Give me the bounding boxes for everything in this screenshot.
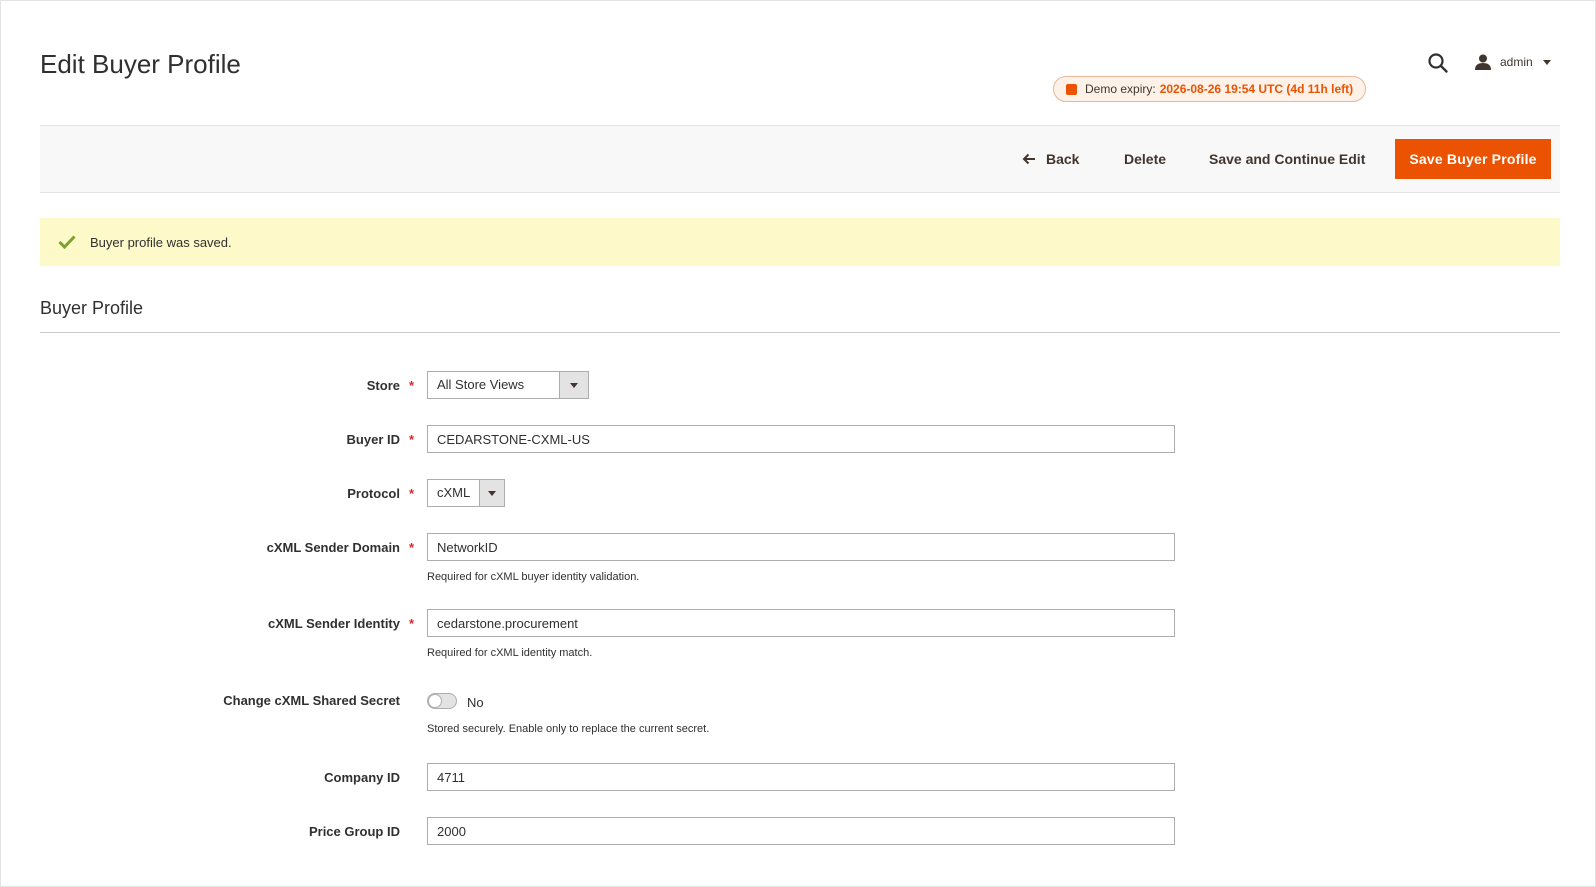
search-icon[interactable] bbox=[1427, 52, 1449, 74]
buyer-id-input[interactable] bbox=[427, 425, 1175, 453]
sender-domain-input[interactable] bbox=[427, 533, 1175, 561]
shared-secret-note: Stored securely. Enable only to replace … bbox=[427, 723, 710, 735]
page-title: Edit Buyer Profile bbox=[40, 49, 241, 79]
success-message-text: Buyer profile was saved. bbox=[90, 234, 232, 250]
section-divider bbox=[40, 332, 1560, 333]
shared-secret-toggle[interactable] bbox=[427, 693, 457, 709]
required-marker: * bbox=[409, 616, 415, 631]
demo-expiry-label: Demo expiry: bbox=[1085, 82, 1156, 96]
chevron-down-icon bbox=[488, 490, 497, 496]
price-group-id-label: Price Group ID bbox=[308, 824, 400, 839]
sender-domain-note: Required for cXML buyer identity validat… bbox=[427, 571, 640, 583]
store-label: Store bbox=[366, 378, 400, 393]
sender-domain-label: cXML Sender Domain bbox=[266, 540, 400, 555]
store-select-value: All Store Views bbox=[437, 377, 525, 392]
save-buyer-profile-button[interactable]: Save Buyer Profile bbox=[1395, 139, 1551, 179]
user-icon bbox=[1475, 54, 1491, 70]
chevron-down-icon bbox=[1542, 59, 1551, 65]
protocol-label: Protocol bbox=[347, 486, 400, 501]
page-actions-bar: Back Delete Save and Continue Edit Save … bbox=[40, 125, 1560, 193]
admin-user-menu[interactable]: admin bbox=[1474, 52, 1551, 72]
back-button-label: Back bbox=[1046, 151, 1080, 167]
sender-identity-note: Required for cXML identity match. bbox=[427, 647, 593, 659]
chevron-down-icon bbox=[570, 382, 578, 388]
shared-secret-toggle-state: No bbox=[467, 695, 484, 710]
demo-status-icon bbox=[1066, 83, 1077, 95]
check-icon bbox=[58, 235, 76, 249]
toggle-knob bbox=[428, 694, 442, 708]
back-button[interactable]: Back bbox=[1022, 142, 1079, 176]
sender-identity-label: cXML Sender Identity bbox=[268, 616, 400, 631]
section-title: Buyer Profile bbox=[40, 298, 144, 318]
demo-expiry-value: 2026-08-26 19:54 UTC (4d 11h left) bbox=[1159, 82, 1354, 96]
required-marker: * bbox=[409, 432, 415, 447]
save-and-continue-button[interactable]: Save and Continue Edit bbox=[1209, 142, 1365, 176]
success-message: Buyer profile was saved. bbox=[40, 218, 1560, 266]
arrow-left-icon bbox=[1022, 153, 1035, 165]
user-name: admin bbox=[1500, 55, 1533, 69]
sender-identity-input[interactable] bbox=[427, 609, 1175, 637]
company-id-input[interactable] bbox=[427, 763, 1175, 791]
buyer-id-label: Buyer ID bbox=[346, 432, 400, 447]
delete-button[interactable]: Delete bbox=[1124, 142, 1166, 176]
required-marker: * bbox=[409, 540, 415, 555]
protocol-select-value: cXML bbox=[437, 485, 471, 500]
store-select-arrow[interactable] bbox=[559, 372, 588, 398]
required-marker: * bbox=[409, 486, 415, 501]
protocol-select[interactable]: cXML bbox=[427, 479, 505, 507]
shared-secret-label: Change cXML Shared Secret bbox=[223, 693, 400, 708]
protocol-select-arrow[interactable] bbox=[479, 480, 504, 506]
company-id-label: Company ID bbox=[324, 770, 400, 785]
required-marker: * bbox=[409, 378, 415, 393]
store-select[interactable]: All Store Views bbox=[427, 371, 589, 399]
demo-expiry-badge: Demo expiry: 2026-08-26 19:54 UTC (4d 11… bbox=[1053, 76, 1367, 102]
price-group-id-input[interactable] bbox=[427, 817, 1175, 845]
